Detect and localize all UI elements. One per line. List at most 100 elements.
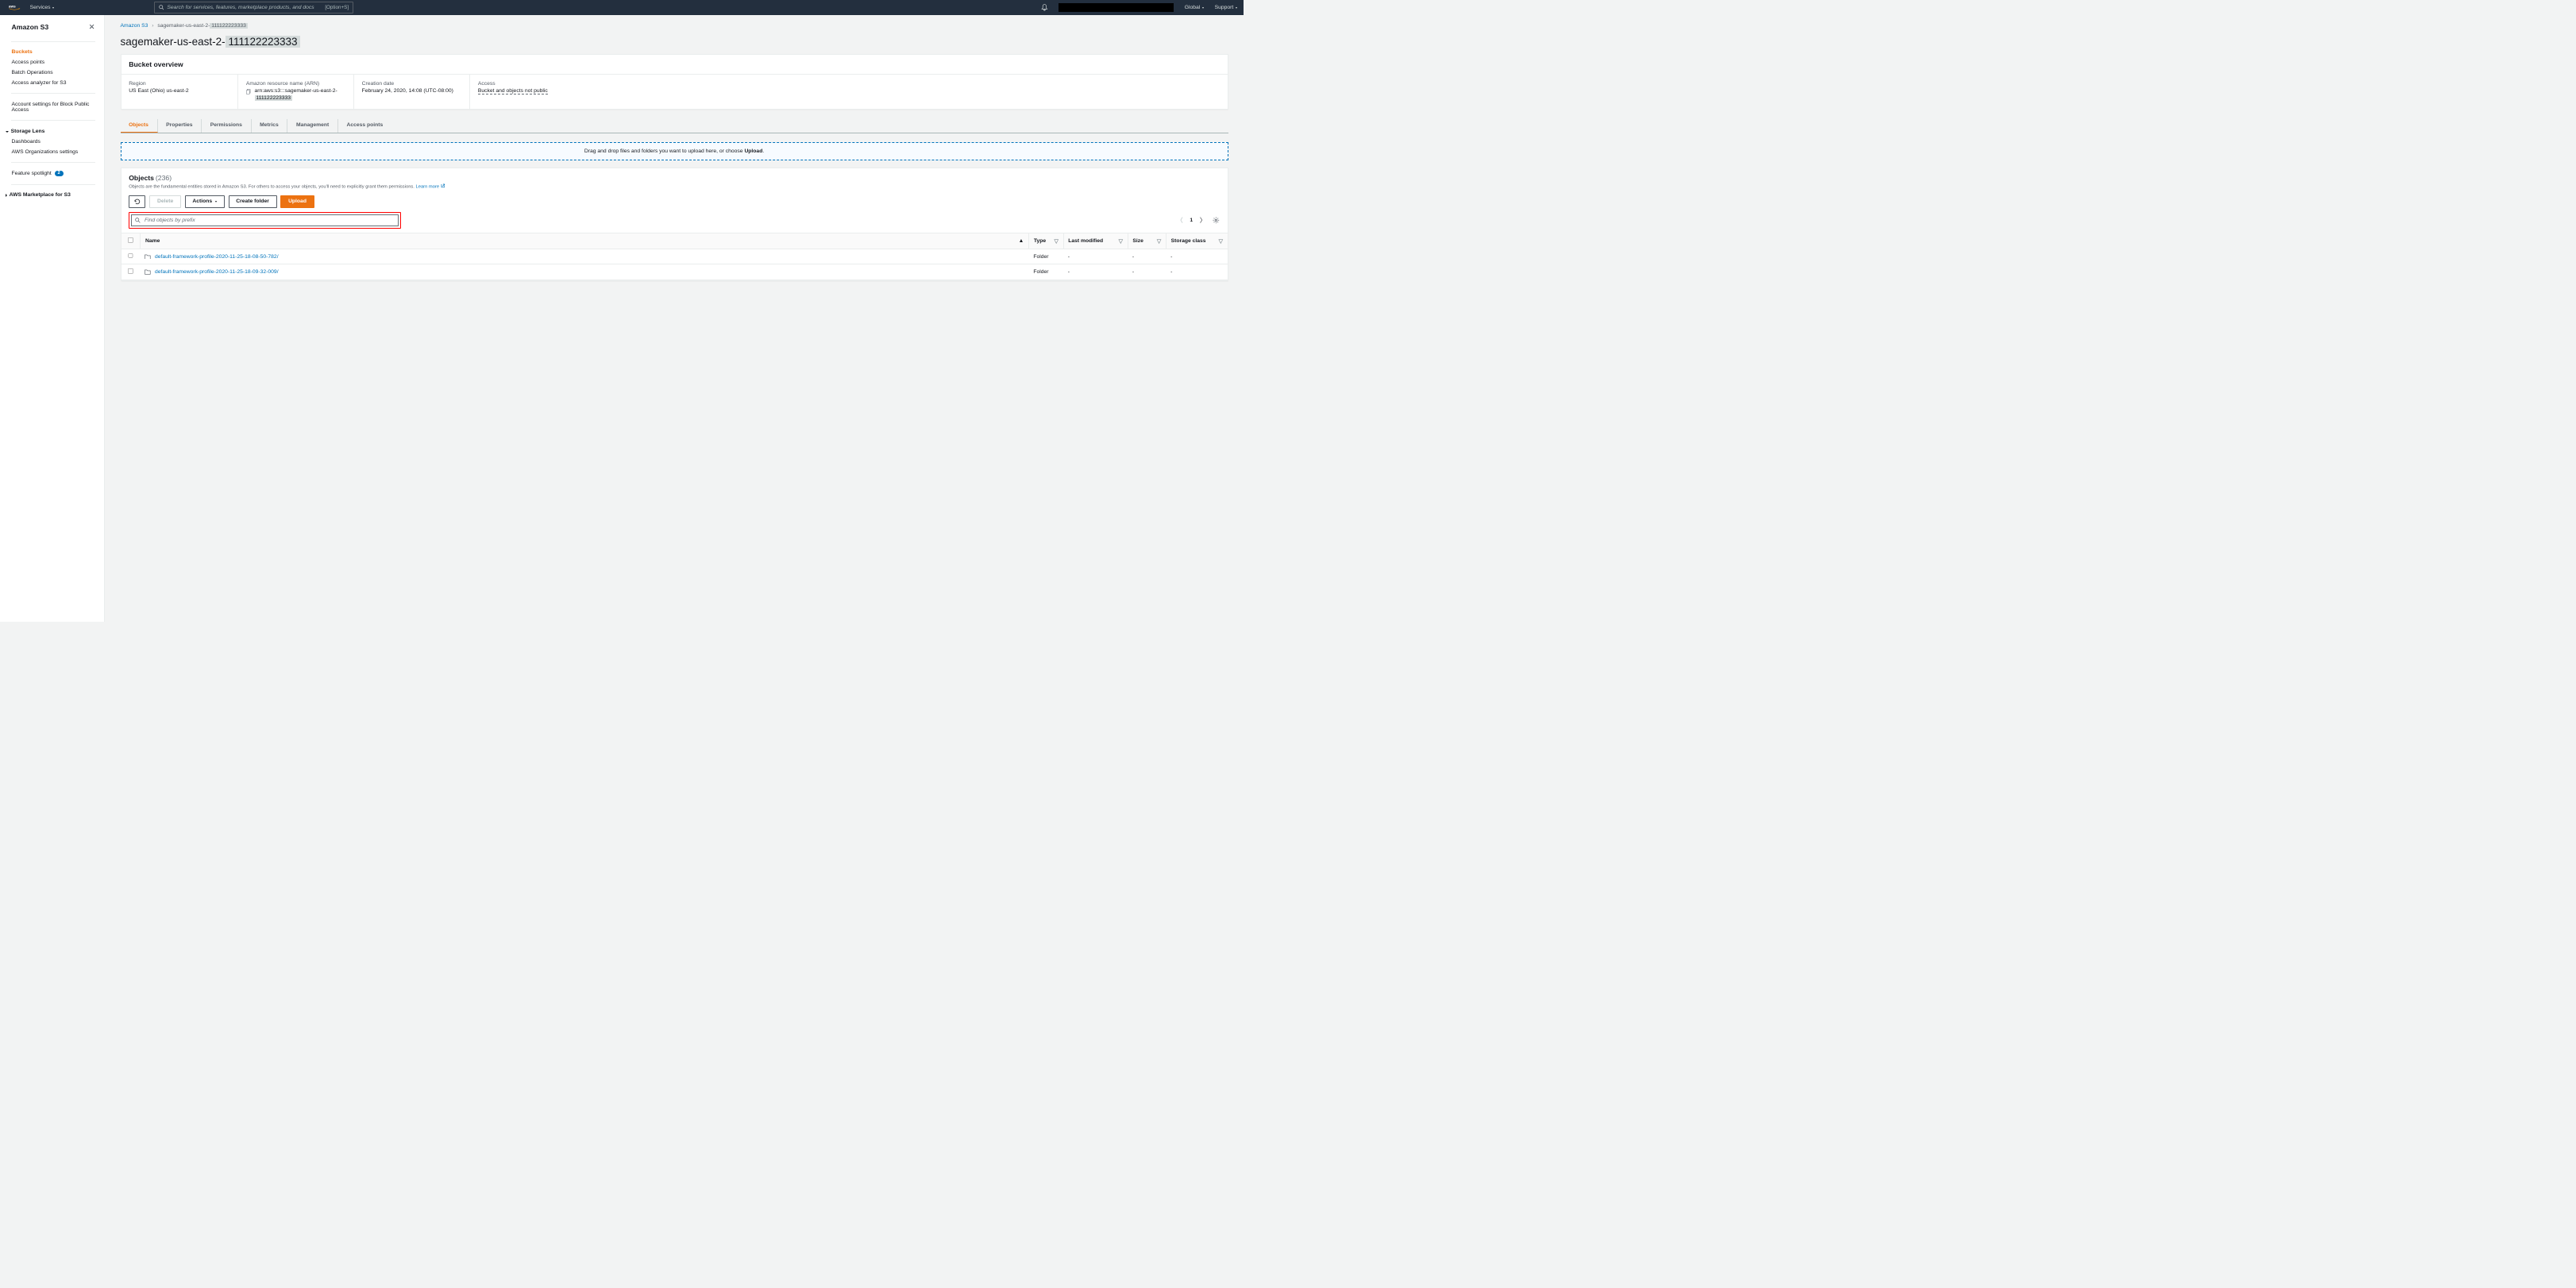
col-name[interactable]: Name▲ (141, 233, 1029, 249)
arn-value: arn:aws:s3:::sagemaker-us-east-2-1111222… (255, 88, 337, 101)
upload-dropzone[interactable]: Drag and drop files and folders you want… (121, 142, 1228, 160)
col-size-label: Size (1132, 238, 1143, 244)
pagination: 〈 1 〉 (1177, 216, 1220, 225)
page-prev[interactable]: 〈 (1177, 216, 1183, 225)
access-value[interactable]: Bucket and objects not public (478, 88, 548, 94)
caret-down-icon (52, 7, 54, 9)
filter-input[interactable] (145, 218, 395, 223)
dropzone-text: Drag and drop files and folders you want… (584, 148, 745, 154)
cell-type: Folder (1029, 264, 1063, 280)
support-menu[interactable]: Support (1215, 5, 1238, 10)
select-all-checkbox[interactable] (128, 237, 133, 243)
chevron-down-icon (6, 131, 9, 133)
tab-metrics[interactable]: Metrics (252, 119, 288, 133)
chevron-right-icon: › (152, 23, 153, 29)
top-nav: aws Services [Option+S] Global Support (0, 0, 1244, 15)
section-label: AWS Marketplace for S3 (10, 192, 71, 198)
page-next[interactable]: 〉 (1200, 216, 1206, 225)
sidebar-item-org-settings[interactable]: AWS Organizations settings (11, 147, 94, 157)
row-checkbox[interactable] (128, 253, 133, 259)
region-label: Region (129, 81, 229, 87)
objects-header: Objects (236) Objects are the fundamenta… (121, 168, 1228, 193)
region-value: US East (Ohio) us-east-2 (129, 88, 229, 94)
actions-label: Actions (192, 199, 212, 204)
overview-creation: Creation date February 24, 2020, 14:08 (… (354, 75, 470, 109)
col-lm-label: Last modified (1068, 238, 1103, 244)
aws-logo[interactable]: aws (6, 4, 22, 11)
tab-objects[interactable]: Objects (121, 119, 158, 133)
panel-header: Bucket overview (121, 55, 1228, 75)
delete-button[interactable]: Delete (149, 195, 181, 207)
refresh-button[interactable] (129, 195, 145, 207)
breadcrumb-root[interactable]: Amazon S3 (121, 23, 148, 29)
bell-icon[interactable] (1041, 4, 1048, 11)
chevron-right-icon (6, 194, 7, 197)
cell-storage-class: - (1166, 249, 1227, 264)
row-checkbox[interactable] (128, 268, 133, 274)
search-shortcut: [Option+S] (325, 5, 349, 10)
object-name-link[interactable]: default-framework-profile-2020-11-25-18-… (155, 254, 279, 260)
sidebar-item-feature-spotlight[interactable]: Feature spotlight 2 (11, 168, 94, 179)
overview-arn: Amazon resource name (ARN) arn:aws:s3:::… (238, 75, 354, 109)
sidebar-section-marketplace[interactable]: AWS Marketplace for S3 (6, 190, 95, 200)
tab-permissions[interactable]: Permissions (202, 119, 251, 133)
sidebar-header: Amazon S3 ✕ (11, 23, 94, 32)
create-folder-button[interactable]: Create folder (229, 195, 277, 207)
caret-down-icon (1202, 7, 1204, 9)
filter-input-container[interactable] (131, 214, 399, 226)
arn-prefix: arn:aws:s3:::sagemaker-us-east-2- (255, 88, 337, 94)
account-redacted[interactable] (1059, 3, 1174, 12)
sidebar-section-storage-lens[interactable]: Storage Lens (6, 126, 95, 137)
breadcrumb-suffix: 111122223333 (210, 23, 247, 29)
cell-last-modified: - (1063, 264, 1128, 280)
services-menu[interactable]: Services (30, 5, 55, 10)
col-name-label: Name (145, 238, 160, 244)
close-icon[interactable]: ✕ (89, 23, 95, 32)
cell-size: - (1128, 249, 1166, 264)
sidebar-item-batch-operations[interactable]: Batch Operations (11, 67, 94, 78)
tab-management[interactable]: Management (287, 119, 337, 133)
arn-label: Amazon resource name (ARN) (246, 81, 345, 87)
folder-icon (145, 269, 151, 275)
dropzone-period: . (762, 148, 764, 154)
sidebar-item-buckets[interactable]: Buckets (11, 47, 94, 57)
objects-description: Objects are the fundamental entities sto… (129, 183, 1220, 189)
object-name-link[interactable]: default-framework-profile-2020-11-25-18-… (155, 269, 279, 275)
sort-icon: ▽ (1119, 238, 1123, 245)
gear-icon[interactable] (1213, 217, 1220, 224)
folder-icon (145, 254, 151, 260)
sidebar-item-access-analyzer[interactable]: Access analyzer for S3 (11, 78, 94, 88)
upload-button[interactable]: Upload (280, 195, 314, 207)
objects-title: Objects (129, 174, 154, 182)
col-type[interactable]: Type▽ (1029, 233, 1063, 249)
region-selector[interactable]: Global (1185, 5, 1204, 10)
filter-highlight (129, 212, 401, 228)
main-content: Amazon S3 › sagemaker-us-east-2-11112222… (105, 15, 1244, 622)
col-storage-class[interactable]: Storage class▽ (1166, 233, 1227, 249)
copy-icon[interactable] (246, 89, 252, 94)
col-type-label: Type (1034, 238, 1046, 244)
table-row: default-framework-profile-2020-11-25-18-… (121, 249, 1228, 264)
breadcrumb-prefix: sagemaker-us-east-2- (157, 23, 210, 29)
sidebar-item-account-settings[interactable]: Account settings for Block Public Access (11, 99, 94, 115)
caret-down-icon (215, 201, 217, 202)
learn-more-link[interactable]: Learn more (416, 184, 440, 189)
external-link-icon (441, 183, 445, 188)
tab-access-points[interactable]: Access points (338, 119, 391, 133)
col-size[interactable]: Size ▽ (1128, 233, 1166, 249)
feature-spotlight-label: Feature spotlight (11, 171, 51, 176)
search-input[interactable] (167, 5, 325, 10)
col-last-modified[interactable]: Last modified ▽ (1063, 233, 1128, 249)
actions-button[interactable]: Actions (185, 195, 225, 207)
dropzone-upload-word: Upload (744, 148, 762, 154)
tab-properties[interactable]: Properties (158, 119, 202, 133)
cell-storage-class: - (1166, 264, 1227, 280)
objects-toolbar: Delete Actions Create folder Upload (121, 193, 1228, 212)
sidebar-item-dashboards[interactable]: Dashboards (11, 137, 94, 147)
select-all-header (121, 233, 141, 249)
search-box[interactable]: [Option+S] (154, 2, 353, 13)
sort-icon: ▽ (1157, 238, 1161, 245)
sidebar-item-access-points[interactable]: Access points (11, 57, 94, 67)
table-header-row: Name▲ Type▽ Last modified ▽ Size ▽ Storage… (121, 233, 1228, 249)
objects-count: (236) (156, 174, 172, 182)
